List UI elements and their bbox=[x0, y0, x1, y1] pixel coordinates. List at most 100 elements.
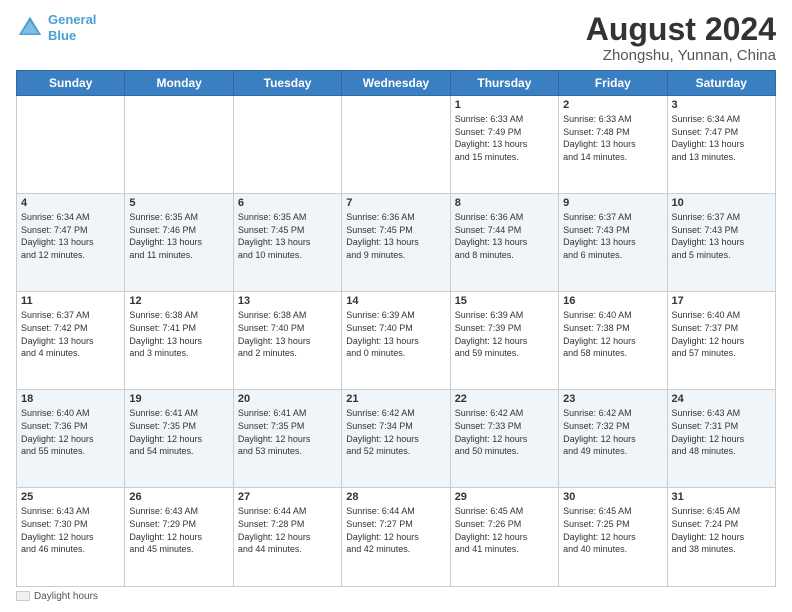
calendar-cell: 27 Sunrise: 6:44 AM Sunset: 7:28 PM Dayli… bbox=[233, 488, 341, 586]
calendar-cell: 7Sunrise: 6:36 AM Sunset: 7:45 PM Daylig… bbox=[342, 194, 450, 292]
calendar-cell: 2Sunrise: 6:33 AM Sunset: 7:48 PM Daylig… bbox=[559, 96, 667, 194]
day-info: Sunrise: 6:38 AM Sunset: 7:40 PM Dayligh… bbox=[238, 309, 337, 359]
day-info: Sunrise: 6:42 AM Sunset: 7:34 PM Dayligh… bbox=[346, 407, 445, 457]
calendar-table: Sunday Monday Tuesday Wednesday Thursday… bbox=[16, 70, 776, 586]
calendar-cell: 21Sunrise: 6:42 AM Sunset: 7:34 PM Dayli… bbox=[342, 390, 450, 488]
calendar-cell: 17 Sunrise: 6:40 AM Sunset: 7:37 PM Dayli… bbox=[667, 292, 775, 390]
calendar-cell: 5 Sunrise: 6:35 AM Sunset: 7:46 PM Daylig… bbox=[125, 194, 233, 292]
day-number: 25 bbox=[21, 491, 120, 503]
calendar-cell: 20 Sunrise: 6:41 AM Sunset: 7:35 PM Dayli… bbox=[233, 390, 341, 488]
calendar-cell: 19Sunrise: 6:41 AM Sunset: 7:35 PM Dayli… bbox=[125, 390, 233, 488]
day-info: Sunrise: 6:40 AM Sunset: 7:36 PM Dayligh… bbox=[21, 407, 120, 457]
footer-label: Daylight hours bbox=[34, 591, 98, 602]
day-number: 15 bbox=[455, 295, 554, 307]
day-info: Sunrise: 6:37 AM Sunset: 7:43 PM Dayligh… bbox=[563, 211, 662, 261]
calendar-cell: 30Sunrise: 6:45 AM Sunset: 7:25 PM Dayli… bbox=[559, 488, 667, 586]
calendar-cell: 23Sunrise: 6:42 AM Sunset: 7:32 PM Dayli… bbox=[559, 390, 667, 488]
calendar-cell: 29 Sunrise: 6:45 AM Sunset: 7:26 PM Dayli… bbox=[450, 488, 558, 586]
day-number: 14 bbox=[346, 295, 445, 307]
day-info: Sunrise: 6:37 AM Sunset: 7:43 PM Dayligh… bbox=[672, 211, 771, 261]
day-number: 8 bbox=[455, 197, 554, 209]
day-info: Sunrise: 6:39 AM Sunset: 7:40 PM Dayligh… bbox=[346, 309, 445, 359]
day-number: 6 bbox=[238, 197, 337, 209]
calendar-cell bbox=[17, 96, 125, 194]
calendar-cell: 12 Sunrise: 6:38 AM Sunset: 7:41 PM Dayli… bbox=[125, 292, 233, 390]
col-friday: Friday bbox=[559, 71, 667, 96]
day-number: 17 bbox=[672, 295, 771, 307]
day-info: Sunrise: 6:36 AM Sunset: 7:44 PM Dayligh… bbox=[455, 211, 554, 261]
day-info: Sunrise: 6:40 AM Sunset: 7:38 PM Dayligh… bbox=[563, 309, 662, 359]
day-number: 19 bbox=[129, 393, 228, 405]
day-number: 18 bbox=[21, 393, 120, 405]
day-number: 27 bbox=[238, 491, 337, 503]
day-number: 1 bbox=[455, 99, 554, 111]
calendar-cell: 13Sunrise: 6:38 AM Sunset: 7:40 PM Dayli… bbox=[233, 292, 341, 390]
day-info: Sunrise: 6:38 AM Sunset: 7:41 PM Dayligh… bbox=[129, 309, 228, 359]
day-number: 24 bbox=[672, 393, 771, 405]
day-info: Sunrise: 6:33 AM Sunset: 7:49 PM Dayligh… bbox=[455, 113, 554, 163]
main-title: August 2024 bbox=[586, 12, 776, 47]
day-info: Sunrise: 6:40 AM Sunset: 7:37 PM Dayligh… bbox=[672, 309, 771, 359]
week-row-3: 11Sunrise: 6:37 AM Sunset: 7:42 PM Dayli… bbox=[17, 292, 776, 390]
footer-box bbox=[16, 591, 30, 601]
header: General Blue August 2024 Zhongshu, Yunna… bbox=[16, 12, 776, 64]
day-header-row: Sunday Monday Tuesday Wednesday Thursday… bbox=[17, 71, 776, 96]
calendar-cell: 3 Sunrise: 6:34 AM Sunset: 7:47 PM Daylig… bbox=[667, 96, 775, 194]
col-thursday: Thursday bbox=[450, 71, 558, 96]
logo-line1: General bbox=[48, 12, 96, 27]
calendar-cell bbox=[233, 96, 341, 194]
calendar-cell: 1 Sunrise: 6:33 AM Sunset: 7:49 PM Daylig… bbox=[450, 96, 558, 194]
day-number: 31 bbox=[672, 491, 771, 503]
day-number: 20 bbox=[238, 393, 337, 405]
calendar-cell: 26 Sunrise: 6:43 AM Sunset: 7:29 PM Dayli… bbox=[125, 488, 233, 586]
calendar-cell: 28Sunrise: 6:44 AM Sunset: 7:27 PM Dayli… bbox=[342, 488, 450, 586]
day-number: 2 bbox=[563, 99, 662, 111]
day-number: 11 bbox=[21, 295, 120, 307]
day-number: 5 bbox=[129, 197, 228, 209]
day-number: 12 bbox=[129, 295, 228, 307]
day-number: 9 bbox=[563, 197, 662, 209]
day-number: 29 bbox=[455, 491, 554, 503]
calendar-cell: 22Sunrise: 6:42 AM Sunset: 7:33 PM Dayli… bbox=[450, 390, 558, 488]
calendar-cell: 31 Sunrise: 6:45 AM Sunset: 7:24 PM Dayli… bbox=[667, 488, 775, 586]
calendar-cell: 25 Sunrise: 6:43 AM Sunset: 7:30 PM Dayli… bbox=[17, 488, 125, 586]
page: General Blue August 2024 Zhongshu, Yunna… bbox=[0, 0, 792, 612]
calendar-cell: 9 Sunrise: 6:37 AM Sunset: 7:43 PM Daylig… bbox=[559, 194, 667, 292]
day-info: Sunrise: 6:43 AM Sunset: 7:31 PM Dayligh… bbox=[672, 407, 771, 457]
day-info: Sunrise: 6:44 AM Sunset: 7:27 PM Dayligh… bbox=[346, 505, 445, 555]
calendar-cell: 14 Sunrise: 6:39 AM Sunset: 7:40 PM Dayli… bbox=[342, 292, 450, 390]
week-row-4: 18 Sunrise: 6:40 AM Sunset: 7:36 PM Dayli… bbox=[17, 390, 776, 488]
day-number: 23 bbox=[563, 393, 662, 405]
day-number: 16 bbox=[563, 295, 662, 307]
calendar-cell: 10Sunrise: 6:37 AM Sunset: 7:43 PM Dayli… bbox=[667, 194, 775, 292]
day-info: Sunrise: 6:36 AM Sunset: 7:45 PM Dayligh… bbox=[346, 211, 445, 261]
col-saturday: Saturday bbox=[667, 71, 775, 96]
day-info: Sunrise: 6:35 AM Sunset: 7:46 PM Dayligh… bbox=[129, 211, 228, 261]
day-info: Sunrise: 6:43 AM Sunset: 7:29 PM Dayligh… bbox=[129, 505, 228, 555]
sub-title: Zhongshu, Yunnan, China bbox=[586, 47, 776, 64]
logo-text: General Blue bbox=[48, 12, 96, 43]
day-info: Sunrise: 6:45 AM Sunset: 7:25 PM Dayligh… bbox=[563, 505, 662, 555]
calendar-cell bbox=[125, 96, 233, 194]
week-row-2: 4Sunrise: 6:34 AM Sunset: 7:47 PM Daylig… bbox=[17, 194, 776, 292]
calendar-cell: 4Sunrise: 6:34 AM Sunset: 7:47 PM Daylig… bbox=[17, 194, 125, 292]
day-number: 3 bbox=[672, 99, 771, 111]
day-number: 4 bbox=[21, 197, 120, 209]
day-info: Sunrise: 6:34 AM Sunset: 7:47 PM Dayligh… bbox=[672, 113, 771, 163]
col-sunday: Sunday bbox=[17, 71, 125, 96]
day-info: Sunrise: 6:45 AM Sunset: 7:26 PM Dayligh… bbox=[455, 505, 554, 555]
day-info: Sunrise: 6:39 AM Sunset: 7:39 PM Dayligh… bbox=[455, 309, 554, 359]
day-info: Sunrise: 6:35 AM Sunset: 7:45 PM Dayligh… bbox=[238, 211, 337, 261]
col-monday: Monday bbox=[125, 71, 233, 96]
day-info: Sunrise: 6:41 AM Sunset: 7:35 PM Dayligh… bbox=[238, 407, 337, 457]
calendar-cell: 16 Sunrise: 6:40 AM Sunset: 7:38 PM Dayli… bbox=[559, 292, 667, 390]
day-info: Sunrise: 6:44 AM Sunset: 7:28 PM Dayligh… bbox=[238, 505, 337, 555]
week-row-5: 25 Sunrise: 6:43 AM Sunset: 7:30 PM Dayli… bbox=[17, 488, 776, 586]
day-info: Sunrise: 6:45 AM Sunset: 7:24 PM Dayligh… bbox=[672, 505, 771, 555]
day-info: Sunrise: 6:43 AM Sunset: 7:30 PM Dayligh… bbox=[21, 505, 120, 555]
day-number: 22 bbox=[455, 393, 554, 405]
col-tuesday: Tuesday bbox=[233, 71, 341, 96]
day-number: 26 bbox=[129, 491, 228, 503]
week-row-1: 1 Sunrise: 6:33 AM Sunset: 7:49 PM Daylig… bbox=[17, 96, 776, 194]
calendar-cell: 18 Sunrise: 6:40 AM Sunset: 7:36 PM Dayli… bbox=[17, 390, 125, 488]
